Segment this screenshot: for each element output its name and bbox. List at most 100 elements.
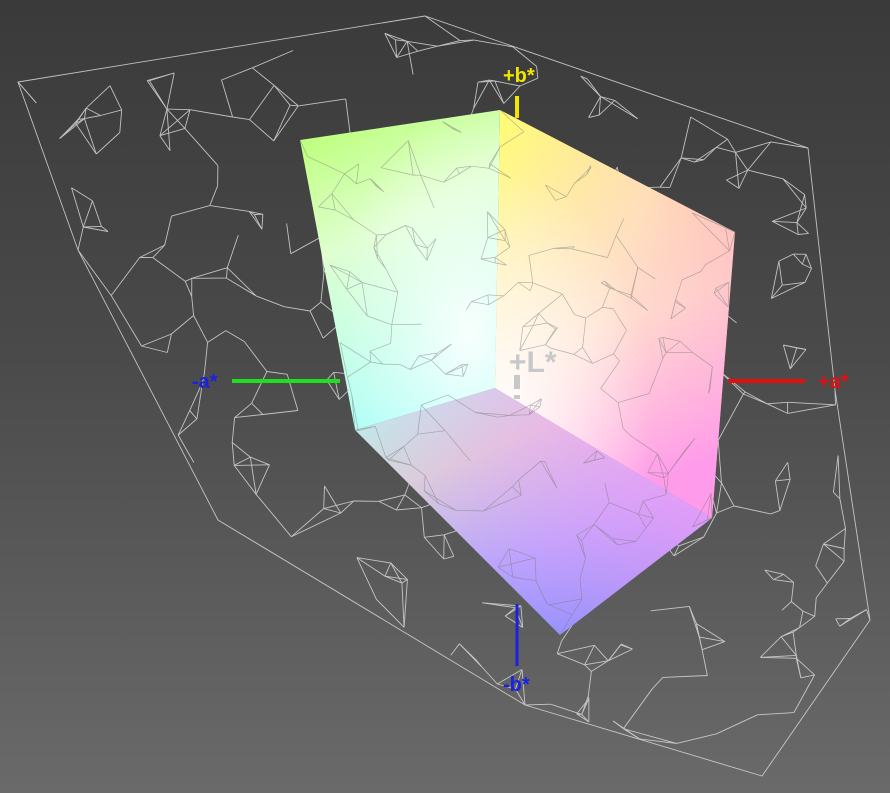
wireframe-edge — [450, 643, 460, 656]
wireframe-edge — [787, 401, 836, 406]
wireframe-edge — [309, 301, 322, 312]
wireframe-edge — [701, 649, 708, 676]
wireframe-edge — [231, 442, 251, 458]
wireframe-edge — [688, 606, 700, 638]
wireframe-edge — [826, 561, 845, 584]
wireframe-edge — [250, 456, 270, 466]
wireframe-edge — [139, 244, 165, 258]
wireframe-edge — [767, 401, 788, 405]
wireframe-edge — [231, 442, 235, 466]
minus-a-axis-label: -a* — [192, 371, 218, 393]
wireframe-edge — [504, 615, 523, 628]
wireframe-edge — [524, 703, 551, 706]
wireframe-edge — [146, 80, 168, 110]
wireframe-edge — [780, 627, 800, 638]
wireframe-edge — [193, 315, 208, 343]
wireframe-edge — [557, 653, 585, 666]
wireframe-edge — [85, 107, 101, 116]
wireframe-edge — [556, 641, 562, 654]
wireframe-edge — [221, 79, 234, 118]
wireframe-edge — [255, 494, 292, 537]
wireframe-edge — [717, 393, 744, 441]
wireframe-edge — [443, 534, 455, 557]
wireframe-edge — [584, 664, 592, 672]
wireframe-edge — [185, 277, 192, 282]
wireframe-edge — [291, 508, 324, 538]
wireframe-edge — [75, 123, 97, 155]
wireframe-edge — [356, 557, 391, 564]
wireframe-edge — [815, 543, 824, 566]
wireframe-edge — [255, 295, 285, 308]
wireframe-edge — [291, 512, 341, 538]
wireframe-edge — [488, 79, 505, 104]
wireframe-edge — [747, 169, 784, 180]
wireframe-edge — [384, 562, 392, 577]
wireframe-edge — [747, 141, 772, 171]
wireframe-edge — [550, 703, 582, 715]
wireframe-edge — [778, 253, 794, 262]
wireframe-edge — [290, 236, 321, 255]
wireframe-edge — [166, 333, 172, 353]
wireframe-edge — [252, 50, 294, 69]
wireframe-edge — [209, 205, 250, 212]
wireframe-edge — [95, 132, 121, 155]
minus-b-axis-label: -b* — [503, 674, 530, 696]
wireframe-edge — [476, 660, 482, 667]
wireframe-edge — [726, 179, 740, 189]
wireframe-edge — [743, 393, 768, 405]
wireframe-edge — [735, 141, 772, 153]
wireframe-edge — [273, 85, 299, 107]
wireframe-edge — [770, 261, 780, 299]
wireframe-edge — [403, 579, 408, 628]
wireframe-edge — [804, 268, 812, 283]
wireframe-edge — [261, 214, 264, 230]
wireframe-edge — [423, 537, 445, 560]
wireframe-edge — [614, 100, 638, 120]
wireframe-edge — [651, 677, 664, 690]
wireframe-edge — [623, 728, 677, 744]
plus-l-axis-label: +L* — [509, 346, 557, 379]
wireframe-edge — [159, 108, 168, 136]
wireframe-edge — [783, 344, 797, 349]
wireframe-edge — [221, 67, 253, 81]
wireframe-edge — [232, 116, 250, 121]
plus-b-axis-label: +b* — [503, 65, 535, 87]
wireframe-edge — [141, 345, 168, 353]
wireframe-edge — [795, 657, 815, 676]
wireframe-edge — [171, 205, 210, 217]
wireframe-edge — [233, 456, 251, 466]
wireframe-edge — [284, 306, 311, 312]
wireframe-edge — [266, 371, 288, 375]
wireframe-edge — [226, 277, 257, 297]
wireframe-edge — [226, 267, 228, 279]
wireframe-edge — [17, 81, 37, 104]
wireframe-edge — [417, 45, 438, 52]
wireframe-edge — [326, 372, 335, 381]
wireframe-edge — [110, 295, 142, 347]
wireframe-edge — [481, 666, 498, 685]
wireframe-edge — [760, 636, 782, 658]
plus-a-axis-label: +a* — [818, 371, 849, 393]
wireframe-edge — [802, 610, 815, 617]
wireframe-edge — [796, 222, 799, 235]
gamut-viewport[interactable]: +b* -b* +a* -a* +L* — [0, 0, 890, 793]
wireframe-edge — [226, 234, 239, 268]
wireframe-edge — [474, 39, 513, 48]
wireframe-edge — [225, 330, 245, 342]
wireframe-edge — [588, 96, 601, 118]
wireframe-edge — [832, 455, 839, 493]
wireframe-edge — [650, 605, 690, 612]
wireframe-edge — [459, 643, 477, 661]
wireframe-edge — [421, 507, 425, 538]
wireframe-edge — [109, 85, 123, 111]
wireframe-edge — [787, 404, 836, 414]
wireframe-edge — [152, 244, 166, 258]
wireframe-edge — [621, 643, 633, 650]
wireframe-edge — [587, 78, 601, 97]
wireframe-edge — [273, 105, 299, 142]
wireframe-edge — [557, 644, 595, 655]
wireframe-edge — [323, 485, 325, 509]
wireframe-edge — [772, 207, 807, 222]
wireframe-edge — [770, 141, 809, 149]
wireframe-edge — [286, 223, 292, 254]
